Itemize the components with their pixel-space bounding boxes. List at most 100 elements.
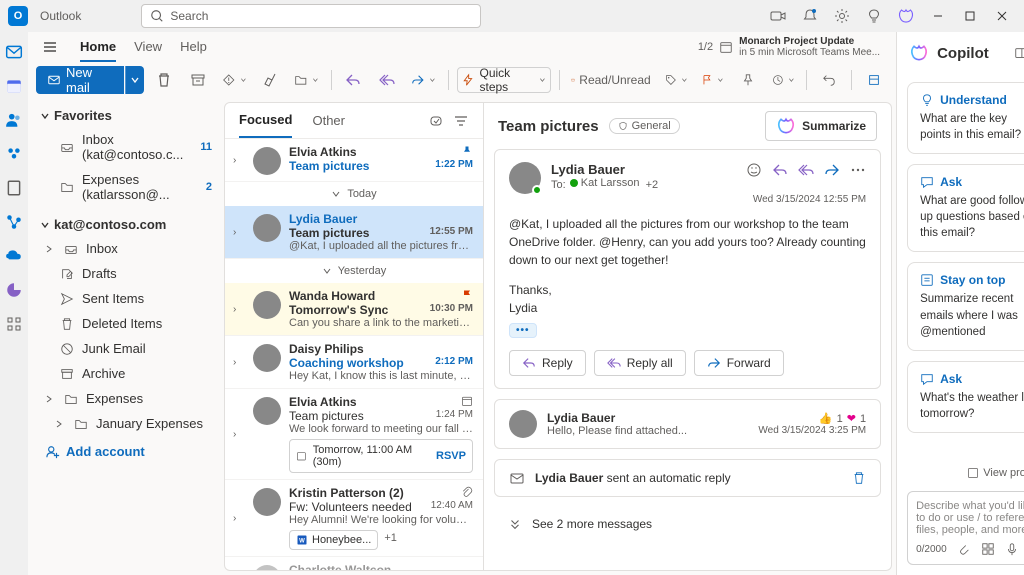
message-item[interactable]: › Kristin Patterson (2) Fw: Volunteers n… [225,480,483,557]
nav-deleted[interactable]: Deleted Items [32,311,220,336]
nav-drafts[interactable]: Drafts [32,261,220,286]
settings-icon[interactable] [828,2,856,30]
message-item[interactable]: › Elvia Atkins Team pictures1:22 PM [225,139,483,182]
nav-inbox[interactable]: Inbox [32,236,220,261]
search-input[interactable]: Search [141,4,481,28]
attachment-chip[interactable]: WHoneybee... [289,530,378,550]
msgtab-other[interactable]: Other [312,104,345,137]
copilot-expand-icon[interactable] [1014,46,1024,60]
reply-icon[interactable] [772,162,788,178]
more-icon[interactable] [850,162,866,178]
report-button[interactable] [218,66,250,94]
nav-junk[interactable]: Junk Email [32,336,220,361]
delete-auto-reply-icon[interactable] [852,471,866,485]
select-messages-icon[interactable] [429,113,445,129]
rail-mail-icon[interactable] [0,38,28,66]
reminder[interactable]: 1/2 Monarch Project Update in 5 min Micr… [698,36,886,58]
tips-icon[interactable] [860,2,888,30]
account-header[interactable]: kat@contoso.com [32,213,220,236]
collapsed-message[interactable]: Lydia Bauer Hello, Please find attached.… [494,399,881,449]
archive-button[interactable] [184,66,212,94]
copilot-card-understand[interactable]: Understand What are the key points in th… [907,82,1024,154]
rail-todo-icon[interactable] [0,208,28,236]
favorites-header[interactable]: Favorites [32,104,220,127]
forward-button[interactable] [407,66,439,94]
notifications-icon[interactable] [796,2,824,30]
forward-icon[interactable] [824,162,840,178]
reply-button[interactable] [339,66,367,94]
forward-button[interactable]: Forward [694,350,784,376]
avatar [253,565,281,570]
view-prompts-button[interactable]: View prompts [897,461,1024,485]
rail-onedrive-icon[interactable] [0,242,28,270]
new-mail-dropdown[interactable] [125,66,144,94]
day-today[interactable]: Today [225,182,483,206]
summarize-button[interactable]: Summarize [765,111,877,141]
reply-all-button[interactable] [373,66,401,94]
react-icon[interactable] [746,162,762,178]
copilot-card-ask[interactable]: Ask What are good follow up questions ba… [907,164,1024,252]
card-recipients-more[interactable]: +2 [646,179,659,191]
tab-help[interactable]: Help [180,33,207,62]
expand-quoted-button[interactable]: ••• [509,323,537,338]
rail-loop-icon[interactable] [0,276,28,304]
undo-button[interactable] [815,66,843,94]
nav-jan-expenses[interactable]: January Expenses [32,411,220,436]
quick-steps-button[interactable]: Quick steps [457,67,551,93]
minimize-button[interactable] [924,2,952,30]
add-account-button[interactable]: Add account [32,436,220,467]
nav-expenses[interactable]: Expenses [32,386,220,411]
tab-home[interactable]: Home [80,33,116,62]
rail-groups-icon[interactable] [0,140,28,168]
sweep-button[interactable] [256,66,284,94]
rail-more-apps-icon[interactable] [0,310,28,338]
rail-files-icon[interactable] [0,174,28,202]
pin-icon[interactable] [461,145,473,157]
copilot-card-ask2[interactable]: Ask What's the weather like tomorrow? [907,361,1024,433]
msgtab-focused[interactable]: Focused [239,103,292,138]
attach-icon[interactable] [957,542,971,556]
message-item-flagged[interactable]: › Wanda Howard Tomorrow's Sync10:30 PM C… [225,283,483,336]
attachment-more: +1 [384,532,397,544]
rail-calendar-icon[interactable] [0,72,28,100]
see-more-messages[interactable]: See 2 more messages [494,507,881,541]
flag-button[interactable] [697,66,728,94]
apps-icon[interactable] [981,542,995,556]
close-button[interactable] [988,2,1016,30]
auto-reply-row[interactable]: Lydia Bauer sent an automatic reply [494,459,881,497]
nav-fav-expenses[interactable]: Expenses (katlarsson@...2 [32,167,220,207]
nav-sent[interactable]: Sent Items [32,286,220,311]
copilot-input[interactable]: Describe what you'd like to do or use / … [907,491,1024,565]
message-item[interactable]: › Daisy Philips Coaching workshop2:12 PM… [225,336,483,389]
new-mail-button[interactable]: New mail [36,66,124,94]
message-item[interactable]: Charlotte Waltcon [225,557,483,570]
tag-button[interactable] [661,66,692,94]
read-unread-button[interactable]: Read/Unread [567,66,654,94]
rsvp-button[interactable]: RSVP [436,450,466,462]
move-button[interactable] [290,66,322,94]
delete-button[interactable] [150,66,178,94]
card-to[interactable]: Kat Larsson [581,177,640,189]
reply-all-icon[interactable] [798,162,814,178]
day-yesterday[interactable]: Yesterday [225,259,483,283]
copilot-card-stayontop[interactable]: Stay on top Summarize recent emails wher… [907,262,1024,350]
reply-button[interactable]: Reply [509,350,586,376]
meet-now-icon[interactable] [764,2,792,30]
reply-all-button[interactable]: Reply all [594,350,686,376]
message-item-selected[interactable]: › Lydia Bauer Team pictures12:55 PM @Kat… [225,206,483,259]
pin-button[interactable] [734,66,762,94]
copilot-header-icon[interactable] [892,2,920,30]
rail-people-icon[interactable] [0,106,28,134]
filter-icon[interactable] [453,113,469,129]
channel-label[interactable]: General [609,118,680,134]
flag-icon[interactable] [461,289,473,301]
nav-fav-inbox[interactable]: Inbox (kat@contoso.c...11 [32,127,220,167]
message-item[interactable]: › Elvia Atkins Team pictures1:24 PM We l… [225,389,483,480]
maximize-button[interactable] [956,2,984,30]
tab-view[interactable]: View [134,33,162,62]
mic-icon[interactable] [1005,542,1019,556]
nav-archive[interactable]: Archive [32,361,220,386]
snooze-button[interactable] [768,66,799,94]
toolbar-more-button[interactable] [860,66,888,94]
hamburger-icon[interactable] [38,35,62,59]
